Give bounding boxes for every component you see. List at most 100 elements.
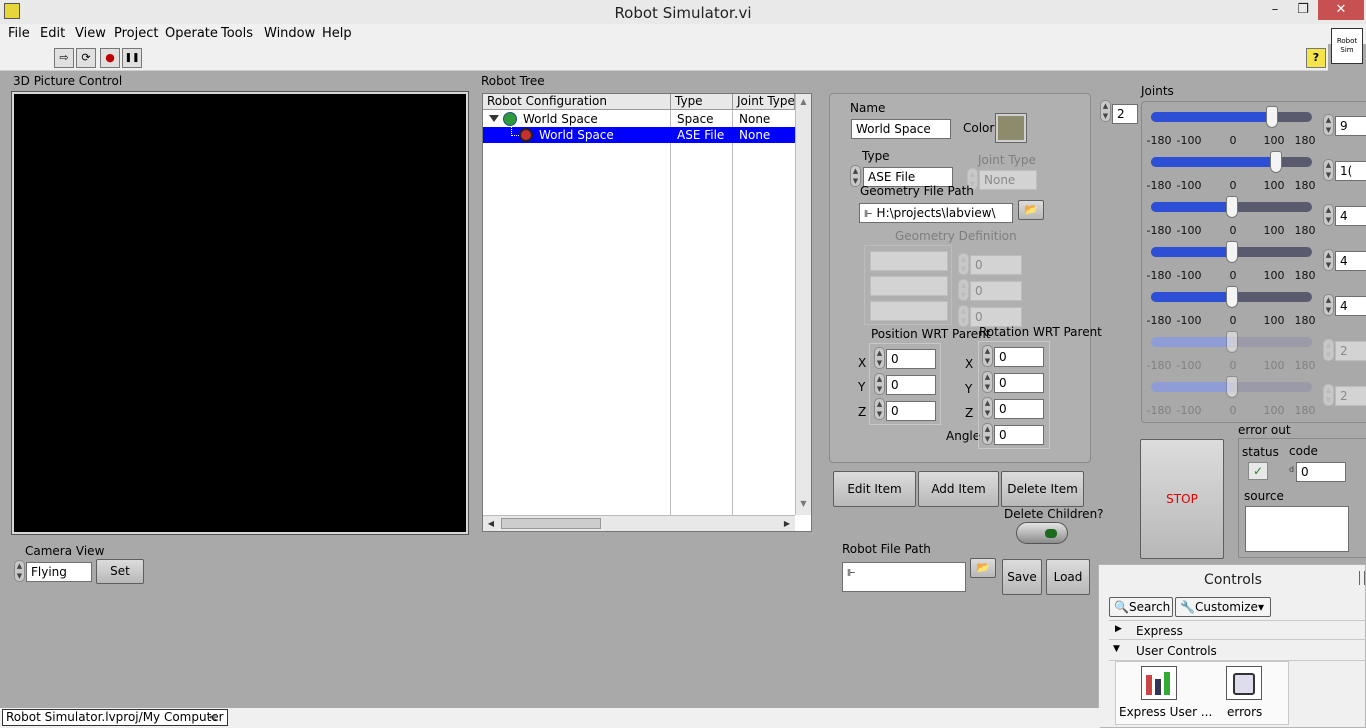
- scroll-right-icon[interactable]: ▶: [779, 516, 795, 531]
- rotation-label: Rotation WRT Parent: [979, 325, 1102, 339]
- joint-value-spinner[interactable]: ▲ ▼: [1323, 114, 1334, 136]
- joint-index-field[interactable]: 2: [1112, 104, 1138, 124]
- geometry-path-field[interactable]: ⊩ H:\projects\labview\: [859, 203, 1013, 223]
- joint-value-field[interactable]: 4: [1335, 206, 1366, 226]
- palette-section-user-controls[interactable]: ▼ User Controls: [1109, 641, 1366, 661]
- joint-value-field[interactable]: 9: [1335, 116, 1366, 136]
- rot-y-spinner[interactable]: ▲ ▼: [982, 371, 993, 393]
- camera-view-field[interactable]: Flying: [26, 562, 92, 582]
- menu-view[interactable]: View: [75, 26, 106, 41]
- menu-help[interactable]: Help: [322, 26, 352, 41]
- browse-folder-icon[interactable]: 📂: [970, 558, 996, 578]
- angle-spinner[interactable]: ▲ ▼: [982, 423, 993, 445]
- scroll-up-icon[interactable]: ▲: [796, 94, 811, 110]
- menu-operate[interactable]: Operate: [165, 26, 218, 41]
- pos-z-spinner[interactable]: ▲ ▼: [874, 398, 885, 420]
- scroll-left-icon[interactable]: <: [208, 710, 218, 724]
- joint-value-spinner[interactable]: ▲ ▼: [1323, 294, 1334, 316]
- tree-row-type[interactable]: Space: [673, 111, 714, 127]
- joint-slider[interactable]: [1151, 106, 1312, 128]
- tree-row-joint[interactable]: None: [735, 127, 795, 143]
- 3d-picture-control[interactable]: [11, 91, 469, 535]
- tree-header-config[interactable]: Robot Configuration: [483, 94, 671, 110]
- tree-row-type[interactable]: ASE File: [673, 127, 733, 143]
- angle-field[interactable]: 0: [994, 425, 1044, 445]
- pos-z-field[interactable]: 0: [886, 401, 936, 421]
- maximize-button[interactable]: ❐: [1290, 0, 1316, 20]
- tree-row-name[interactable]: World Space: [519, 111, 598, 127]
- menu-tools[interactable]: Tools: [221, 26, 253, 41]
- rot-z-field[interactable]: 0: [994, 399, 1044, 419]
- close-button[interactable]: ✕: [1318, 0, 1364, 20]
- project-path[interactable]: Robot Simulator.lvproj/My Computer: [2, 709, 228, 726]
- menu-file[interactable]: File: [8, 26, 30, 41]
- load-button[interactable]: Load: [1046, 559, 1090, 595]
- joint-slider-thumb[interactable]: [1225, 196, 1238, 218]
- joint-slider-thumb[interactable]: [1225, 241, 1238, 263]
- section-collapse-icon: ▼: [1113, 644, 1120, 654]
- joint-slider[interactable]: [1151, 286, 1312, 308]
- pause-icon[interactable]: ❚❚: [122, 48, 142, 68]
- joint-slider[interactable]: [1151, 196, 1312, 218]
- run-icon[interactable]: ⇨: [54, 48, 74, 68]
- add-item-button[interactable]: Add Item: [918, 471, 999, 507]
- pos-x-spinner[interactable]: ▲ ▼: [874, 347, 885, 369]
- joint-value-field[interactable]: 4: [1335, 296, 1366, 316]
- joint-slider[interactable]: [1151, 151, 1312, 173]
- menu-window[interactable]: Window: [264, 26, 315, 41]
- express-user-controls-icon[interactable]: [1141, 666, 1177, 700]
- tree-header-joint[interactable]: Joint Type: [733, 94, 795, 110]
- delete-item-button[interactable]: Delete Item: [1001, 471, 1084, 507]
- robot-tree[interactable]: Robot Configuration Type Joint Type Worl…: [482, 93, 812, 532]
- menu-project[interactable]: Project: [114, 26, 158, 41]
- stop-button[interactable]: STOP: [1140, 439, 1224, 559]
- joint-value-field[interactable]: 1(: [1335, 161, 1366, 181]
- edit-item-button[interactable]: Edit Item: [833, 471, 916, 507]
- joint-value-field[interactable]: 4: [1335, 251, 1366, 271]
- camera-view-spinner[interactable]: ▲ ▼: [14, 560, 25, 582]
- help-icon[interactable]: ?: [1306, 48, 1326, 68]
- joint-value-spinner[interactable]: ▲ ▼: [1323, 159, 1334, 181]
- tree-header-type[interactable]: Type: [671, 94, 733, 110]
- set-button[interactable]: Set: [96, 559, 144, 584]
- joint-slider-thumb[interactable]: [1265, 106, 1278, 128]
- joint-value-spinner[interactable]: ▲ ▼: [1323, 249, 1334, 271]
- pos-y-field[interactable]: 0: [886, 375, 936, 395]
- pos-y-spinner[interactable]: ▲ ▼: [874, 373, 885, 395]
- joint-slider[interactable]: [1151, 241, 1312, 263]
- errors-icon[interactable]: [1226, 666, 1262, 700]
- joint-value-spinner[interactable]: ▲ ▼: [1323, 204, 1334, 226]
- palette-search-button[interactable]: 🔍Search: [1109, 597, 1173, 617]
- tree-expand-icon[interactable]: [489, 115, 499, 122]
- tree-row-name[interactable]: World Space: [535, 127, 671, 143]
- scroll-left-icon[interactable]: ◀: [483, 516, 499, 531]
- menu-edit[interactable]: Edit: [40, 26, 65, 41]
- name-field[interactable]: World Space: [851, 119, 951, 139]
- tree-horizontal-scrollbar[interactable]: ◀ ▶: [483, 515, 795, 531]
- tree-row-joint[interactable]: None: [735, 111, 770, 127]
- joint-slider-thumb[interactable]: [1270, 151, 1283, 173]
- minimize-button[interactable]: –: [1262, 0, 1288, 20]
- express-user-controls-label[interactable]: Express User ...: [1119, 705, 1212, 719]
- palette-section-express[interactable]: ▶ Express: [1109, 620, 1366, 640]
- save-button[interactable]: Save: [1002, 559, 1042, 595]
- errors-label[interactable]: errors: [1227, 705, 1262, 719]
- joint-slider-thumb[interactable]: [1225, 286, 1238, 308]
- robot-file-path-field[interactable]: ⊩: [842, 562, 966, 592]
- rot-z-spinner[interactable]: ▲ ▼: [982, 397, 993, 419]
- tree-vertical-scrollbar[interactable]: ▲ ▼: [795, 94, 811, 515]
- palette-customize-button[interactable]: 🔧Customize▾: [1175, 597, 1271, 617]
- delete-children-toggle[interactable]: [1016, 522, 1068, 544]
- color-box[interactable]: [995, 113, 1027, 143]
- scroll-down-icon[interactable]: ▼: [796, 496, 811, 512]
- pos-x-field[interactable]: 0: [886, 349, 936, 369]
- rot-y-field[interactable]: 0: [994, 373, 1044, 393]
- run-continuously-icon[interactable]: ⟳: [76, 48, 96, 68]
- abort-icon[interactable]: ●: [100, 48, 120, 68]
- palette-pin-icon[interactable]: [1359, 571, 1365, 585]
- joint-index-spinner[interactable]: ▲ ▼: [1100, 100, 1111, 122]
- rot-x-field[interactable]: 0: [994, 347, 1044, 367]
- scroll-thumb[interactable]: [501, 518, 601, 529]
- browse-folder-icon[interactable]: 📂: [1018, 200, 1044, 220]
- rot-x-spinner[interactable]: ▲ ▼: [982, 345, 993, 367]
